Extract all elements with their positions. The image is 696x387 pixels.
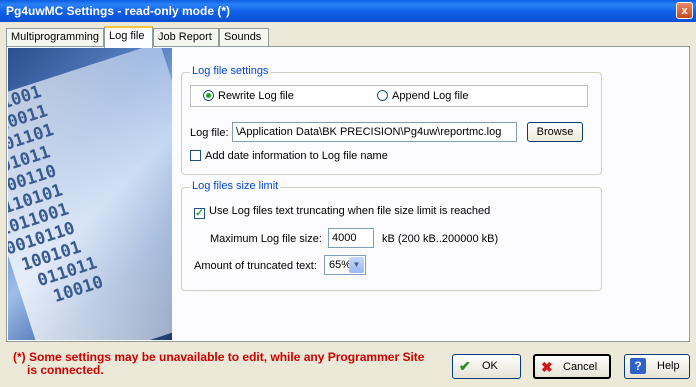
ok-button[interactable]: ✔ OK: [452, 354, 521, 379]
checkbox-checked-icon: ✓: [194, 208, 205, 219]
help-button[interactable]: ? Help: [624, 354, 690, 379]
truncate-checkbox[interactable]: ✓ Use Log files text truncating when file…: [194, 205, 490, 219]
close-icon: x: [681, 5, 688, 17]
log-mode-radio-bar: Rewrite Log file Append Log file: [190, 85, 588, 107]
help-icon: ?: [630, 358, 646, 374]
radio-selected-icon: [203, 90, 214, 101]
read-only-warning: (*) Some settings may be unavailable to …: [13, 350, 425, 377]
banner-digits: 01001 010011 1001101 0101011 1000110 011…: [8, 81, 106, 308]
log-file-tab-panel: 01001 010011 1001101 0101011 1000110 011…: [6, 46, 690, 342]
log-file-settings-group: Log file settings Rewrite Log file Appen…: [181, 65, 602, 175]
checkmark-icon: ✔: [459, 358, 471, 374]
add-date-checkbox[interactable]: Add date information to Log file name: [190, 150, 388, 162]
tab-sounds[interactable]: Sounds: [219, 28, 269, 46]
max-size-input[interactable]: 4000: [328, 228, 374, 248]
tab-log-file[interactable]: Log file: [104, 26, 153, 48]
size-limit-legend: Log files size limit: [190, 180, 281, 192]
truncated-amount-value: 65%: [329, 259, 352, 271]
tab-job-report[interactable]: Job Report: [153, 28, 219, 46]
checkbox-unchecked-icon: [190, 150, 201, 161]
rewrite-log-radio[interactable]: Rewrite Log file: [203, 90, 294, 102]
chevron-down-icon[interactable]: ▼: [349, 257, 364, 273]
banner-paper: 01001 010011 1001101 0101011 1000110 011…: [8, 48, 172, 340]
log-file-path-input[interactable]: \Application Data\BK PRECISION\Pg4uw\rep…: [232, 122, 517, 142]
max-size-label: Maximum Log file size:: [210, 233, 322, 245]
truncated-amount-select[interactable]: 65% ▼: [324, 255, 366, 275]
binary-banner-image: 01001 010011 1001101 0101011 1000110 011…: [8, 48, 172, 340]
cross-icon: ✖: [541, 359, 553, 375]
window-title: Pg4uwMC Settings - read-only mode (*): [6, 4, 231, 18]
truncated-text-label: Amount of truncated text:: [194, 260, 317, 272]
title-bar[interactable]: Pg4uwMC Settings - read-only mode (*) x: [0, 0, 696, 22]
log-file-label: Log file:: [190, 127, 229, 139]
browse-button[interactable]: Browse: [527, 122, 583, 142]
radio-unselected-icon: [377, 90, 388, 101]
close-button[interactable]: x: [676, 2, 693, 19]
log-file-settings-legend: Log file settings: [190, 65, 271, 77]
max-size-unit: kB (200 kB..200000 kB): [382, 233, 499, 245]
append-log-radio[interactable]: Append Log file: [377, 90, 468, 102]
settings-window: Pg4uwMC Settings - read-only mode (*) x …: [0, 0, 696, 387]
cancel-button[interactable]: ✖ Cancel: [533, 354, 611, 379]
log-files-size-limit-group: Log files size limit ✓ Use Log files text…: [181, 180, 602, 291]
tab-multiprogramming[interactable]: Multiprogramming: [6, 28, 104, 46]
